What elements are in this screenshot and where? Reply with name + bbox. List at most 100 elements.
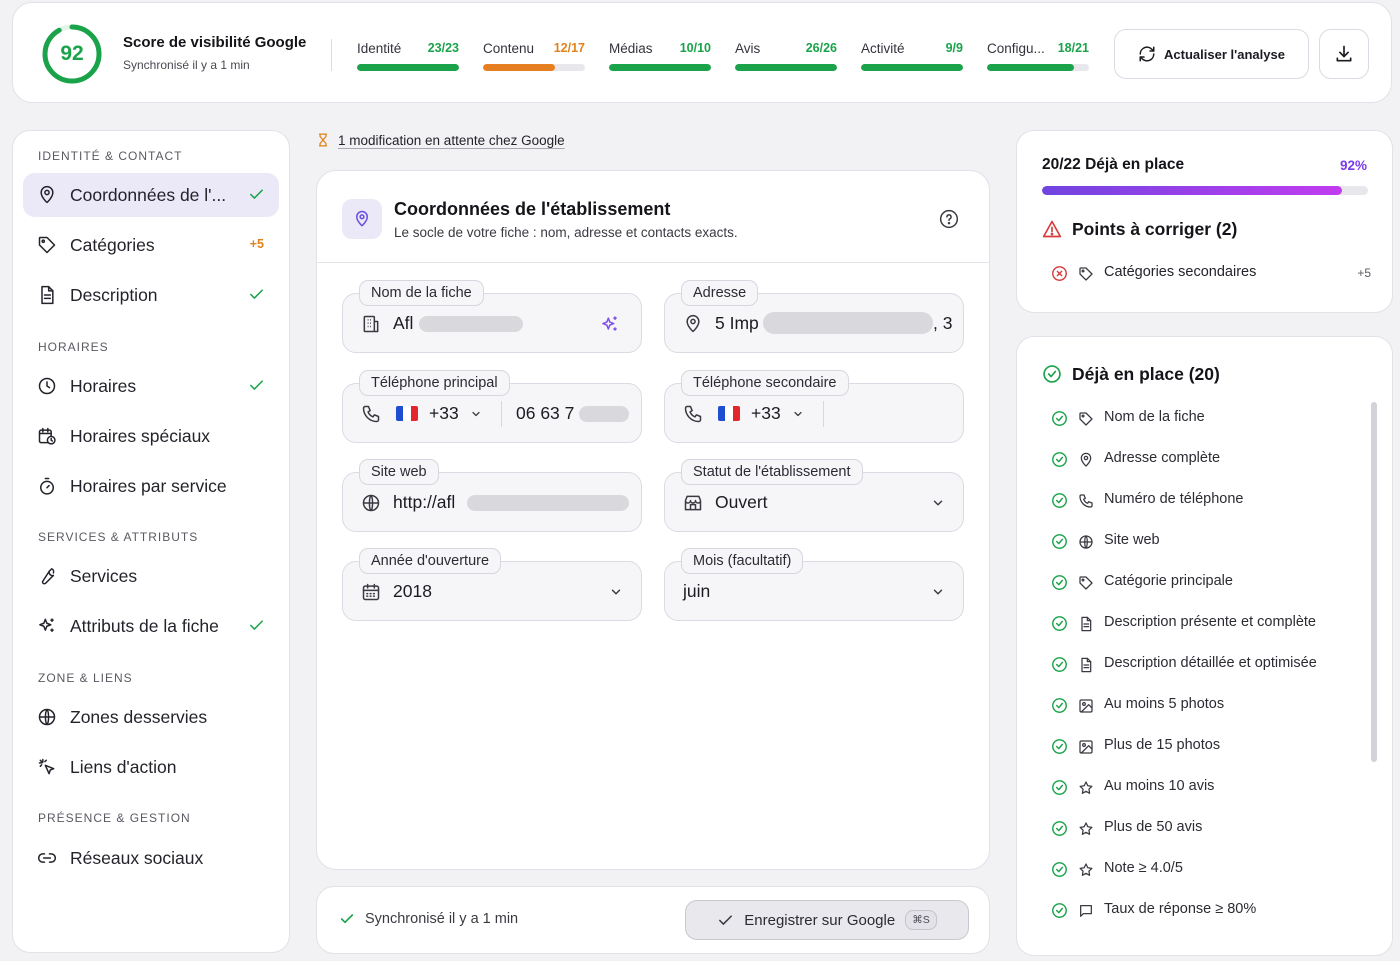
check-circle-icon [1052, 698, 1067, 713]
sidebar-item-liens[interactable]: Liens d'action [23, 745, 279, 789]
completed-item[interactable]: Catégorie principale [1051, 572, 1361, 594]
check-icon [719, 914, 733, 925]
country-code[interactable]: +33 [751, 403, 781, 424]
completed-item[interactable]: Numéro de téléphone [1051, 490, 1361, 512]
completed-item[interactable]: Au moins 10 avis [1051, 777, 1361, 799]
chevron-down-icon [933, 589, 943, 595]
completed-item-label: Note ≥ 4.0/5 [1104, 860, 1183, 876]
download-button[interactable] [1319, 29, 1369, 79]
completed-item[interactable]: Taux de réponse ≥ 80% [1051, 900, 1361, 922]
sidebar-item-description[interactable]: Description [23, 273, 279, 317]
chevron-down-icon[interactable] [792, 408, 804, 420]
globe-icon [362, 494, 380, 512]
map-pin-icon [40, 185, 54, 204]
check-circle-icon [1052, 657, 1067, 672]
opening-year-select[interactable]: Année d'ouverture 2018 [342, 548, 642, 621]
metric-value: 10/10 [679, 41, 711, 55]
refresh-analysis-button[interactable]: Actualiser l'analyse [1114, 29, 1309, 79]
wrench-icon [41, 568, 55, 585]
sidebar-section-title: SERVICES & ATTRIBUTS [38, 530, 199, 544]
address-value: 5 Imp [715, 313, 759, 333]
completed-item[interactable]: Au moins 5 photos [1051, 695, 1361, 717]
business-status-select[interactable]: Statut de l'établissement Ouvert [664, 459, 964, 532]
country-code[interactable]: +33 [429, 403, 459, 424]
check-icon [250, 289, 263, 299]
sidebar-item-attributs[interactable]: Attributs de la fiche [23, 604, 279, 648]
metric-activite[interactable]: Activité 9/9 [861, 41, 963, 73]
metric-label: Médias [609, 41, 653, 56]
globe-icon [1079, 535, 1093, 549]
fix-item-label: Catégories secondaires [1104, 264, 1257, 280]
secondary-phone-field[interactable]: Téléphone secondaire +33 [664, 370, 964, 443]
sidebar-item-categories[interactable]: Catégories +5 [23, 223, 279, 267]
pending-changes-link[interactable]: 1 modification en attente chez Google [316, 132, 565, 148]
metric-avis[interactable]: Avis 26/26 [735, 41, 837, 73]
refresh-icon [1139, 46, 1155, 62]
opening-month-select[interactable]: Mois (facultatif) juin [664, 548, 964, 621]
field-label: Année d'ouverture [359, 548, 502, 574]
document-icon [41, 285, 54, 305]
metric-identite[interactable]: Identité 23/23 [357, 41, 459, 73]
check-circle-icon [1052, 575, 1067, 590]
save-bar: Synchronisé il y a 1 min Enregistrer sur… [316, 886, 990, 954]
metric-value: 18/21 [1057, 41, 1089, 55]
completed-item[interactable]: Plus de 15 photos [1051, 736, 1361, 758]
map-pin-icon [356, 210, 368, 227]
sidebar-item-horaires-par-service[interactable]: Horaires par service [23, 464, 279, 508]
help-icon[interactable] [939, 209, 959, 229]
keyboard-shortcut: ⌘S [905, 910, 937, 930]
chevron-down-icon[interactable] [470, 408, 482, 420]
document-icon [1081, 657, 1092, 673]
metric-value: 26/26 [805, 41, 837, 55]
code-divider [501, 401, 502, 427]
metric-contenu[interactable]: Contenu 12/17 [483, 41, 585, 73]
sidebar-item-services[interactable]: Services [23, 554, 279, 598]
france-flag-icon [396, 406, 418, 421]
download-icon [1336, 45, 1352, 62]
document-icon [1081, 616, 1092, 632]
website-value: http://afl [393, 492, 456, 512]
sidebar-item-coordonnees[interactable]: Coordonnées de l'... [23, 173, 279, 217]
warning-icon [1042, 220, 1062, 238]
completed-item-label: Numéro de téléphone [1104, 491, 1244, 507]
metric-bar [483, 64, 585, 71]
sidebar-item-label: Horaires par service [70, 476, 227, 496]
calendar-clock-icon [38, 427, 56, 445]
completed-item[interactable]: Note ≥ 4.0/5 [1051, 859, 1361, 881]
sidebar-item-zones[interactable]: Zones desservies [23, 695, 279, 739]
save-to-google-button[interactable]: Enregistrer sur Google ⌘S [685, 900, 969, 940]
completed-item[interactable]: Site web [1051, 531, 1361, 553]
scrollbar[interactable] [1371, 402, 1377, 762]
completed-item-label: Site web [1104, 532, 1160, 548]
completed-item[interactable]: Adresse complète [1051, 449, 1361, 471]
calendar-icon [362, 583, 380, 601]
completed-item[interactable]: Description présente et complète [1051, 613, 1361, 635]
metric-medias[interactable]: Médias 10/10 [609, 41, 711, 73]
metric-value: 12/17 [553, 41, 585, 55]
website-field[interactable]: Site web http://afl [342, 459, 642, 532]
fix-item[interactable]: Catégories secondaires +5 [1051, 263, 1371, 283]
ai-sparkle-icon[interactable] [600, 314, 620, 334]
business-name-field[interactable]: Nom de la fiche Afl [342, 280, 642, 353]
check-circle-icon [1052, 903, 1067, 918]
sidebar-section-title: ZONE & LIENS [38, 671, 133, 685]
address-field[interactable]: Adresse 5 Imp , 3 [664, 280, 964, 353]
opening-month-value: juin [683, 581, 711, 601]
metric-bar [987, 64, 1089, 71]
sidebar-item-horaires[interactable]: Horaires [23, 364, 279, 408]
building-icon [363, 315, 379, 333]
primary-phone-field[interactable]: Téléphone principal +33 06 63 7 [342, 370, 642, 443]
sidebar-item-reseaux[interactable]: Réseaux sociaux [23, 836, 279, 880]
primary-phone-value: 06 63 7 [516, 403, 575, 423]
hourglass-icon [318, 133, 328, 147]
store-icon [684, 495, 702, 511]
map-pin-icon [1080, 452, 1092, 467]
sidebar-item-label: Horaires [70, 376, 137, 396]
completed-item[interactable]: Description détaillée et optimisée [1051, 654, 1361, 676]
field-label: Statut de l'établissement [681, 459, 863, 485]
completed-item[interactable]: Plus de 50 avis [1051, 818, 1361, 840]
metric-configuration[interactable]: Configu... 18/21 [987, 41, 1089, 73]
field-label: Mois (facultatif) [681, 548, 804, 574]
sidebar-item-horaires-speciaux[interactable]: Horaires spéciaux [23, 414, 279, 458]
completed-item[interactable]: Nom de la fiche [1051, 408, 1361, 430]
